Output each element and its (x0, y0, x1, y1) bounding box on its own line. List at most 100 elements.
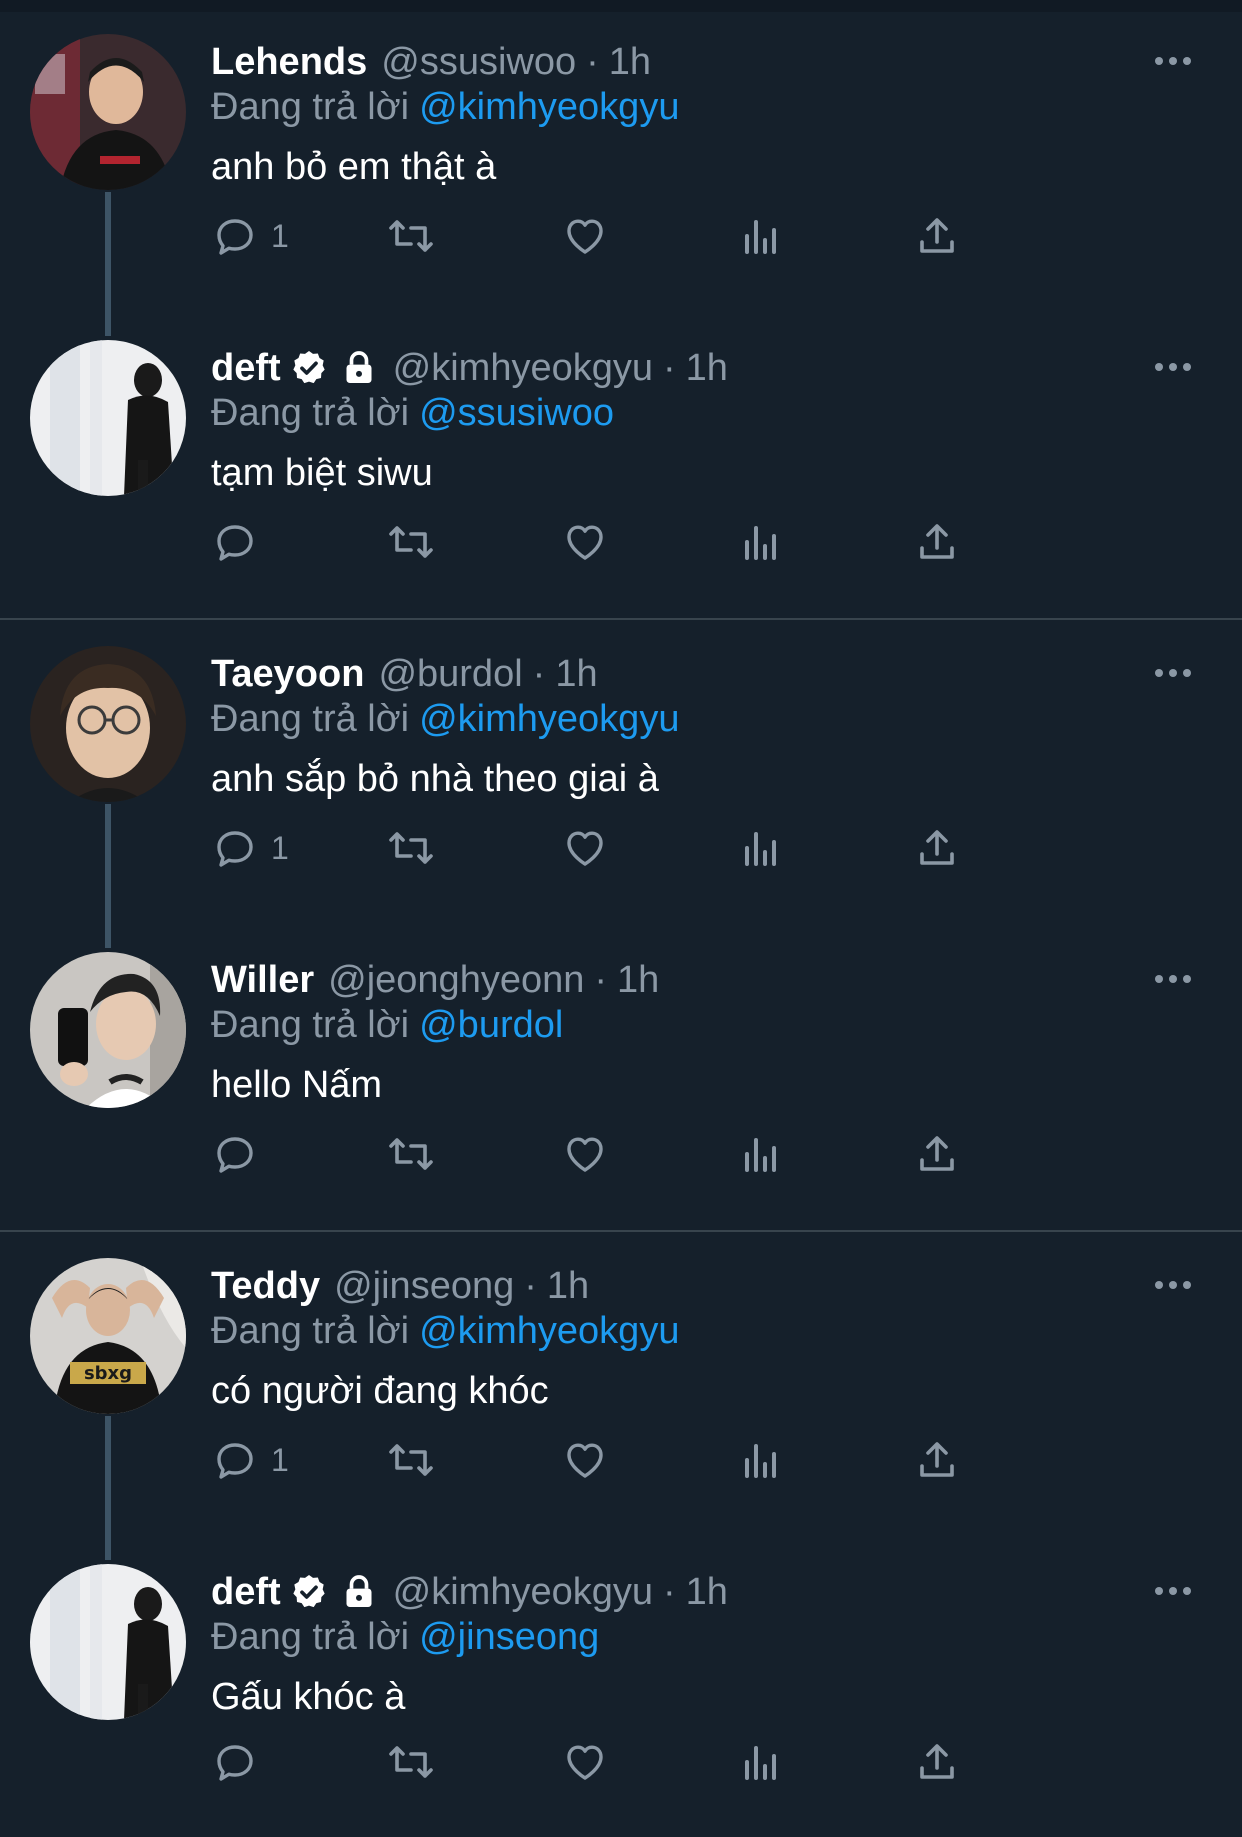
views-button[interactable] (737, 1430, 785, 1490)
action-bar: 1 (211, 818, 1111, 878)
reply-button[interactable] (211, 512, 271, 572)
heart-icon (567, 831, 603, 866)
retweet-icon (389, 220, 433, 252)
heart-icon (567, 1745, 603, 1780)
views-button[interactable] (737, 512, 785, 572)
reply-mention-link[interactable]: @burdol (419, 1004, 563, 1046)
display-name[interactable]: Lehends (211, 41, 367, 84)
more-icon[interactable] (1144, 964, 1202, 994)
retweet-button[interactable] (385, 206, 437, 266)
reply-icon (217, 219, 253, 255)
like-button[interactable] (561, 818, 609, 878)
reply-mention-link[interactable]: @kimhyeokgyu (419, 86, 679, 128)
timestamp[interactable]: 1h (555, 653, 597, 696)
tweet-header: deft @kimhyeokgyu · 1h (211, 340, 728, 396)
reply-prefix: Đang trả lời (211, 392, 410, 434)
more-icon[interactable] (1144, 658, 1202, 688)
separator: · (594, 958, 608, 1001)
avatar[interactable] (30, 1564, 186, 1720)
display-name[interactable]: deft (211, 1571, 281, 1614)
timestamp[interactable]: 1h (686, 1571, 728, 1614)
heart-icon (567, 1443, 603, 1478)
tweet[interactable]: Taeyoon @burdol · 1h Đang trả lời @kimhye… (0, 646, 1242, 916)
reply-count: 1 (271, 829, 289, 866)
display-name[interactable]: Teddy (211, 1265, 320, 1308)
timestamp[interactable]: 1h (547, 1265, 589, 1308)
share-button[interactable] (913, 1732, 961, 1792)
retweet-button[interactable] (385, 512, 437, 572)
tweet[interactable]: deft @kimhyeokgyu · 1h Đang trả lời @ssus… (0, 340, 1242, 610)
tweet-header: Willer @jeonghyeonn · 1h (211, 952, 659, 1008)
reply-prefix: Đang trả lời (211, 698, 410, 740)
reply-count: 1 (271, 217, 289, 254)
retweet-button[interactable] (385, 1430, 437, 1490)
retweet-icon (389, 1444, 433, 1476)
handle[interactable]: @jinseong (334, 1265, 514, 1308)
tweet-header: Taeyoon @burdol · 1h (211, 646, 598, 702)
more-icon[interactable] (1144, 1270, 1202, 1300)
reply-button[interactable] (211, 1124, 271, 1184)
avatar[interactable] (30, 646, 186, 802)
retweet-button[interactable] (385, 1124, 437, 1184)
reply-icon (217, 525, 253, 561)
reply-mention-link[interactable]: @kimhyeokgyu (419, 1310, 679, 1352)
more-icon[interactable] (1144, 46, 1202, 76)
display-name[interactable]: deft (211, 347, 281, 390)
views-button[interactable] (737, 1124, 785, 1184)
like-button[interactable] (561, 1732, 609, 1792)
reply-button[interactable]: 1 (211, 1430, 289, 1490)
timestamp[interactable]: 1h (686, 347, 728, 390)
handle[interactable]: @ssusiwoo (381, 41, 576, 84)
reply-button[interactable]: 1 (211, 206, 289, 266)
tweet-text: hello Nấm (211, 1064, 383, 1106)
retweet-button[interactable] (385, 818, 437, 878)
tweet-text: anh sắp bỏ nhà theo giai à (211, 758, 659, 800)
tweet-text: Gấu khóc à (211, 1676, 406, 1718)
views-button[interactable] (737, 1732, 785, 1792)
share-button[interactable] (913, 818, 961, 878)
share-icon (920, 1136, 954, 1171)
more-icon[interactable] (1144, 1576, 1202, 1606)
share-icon (920, 218, 954, 253)
retweet-icon (389, 1746, 433, 1778)
reply-prefix: Đang trả lời (211, 1616, 410, 1658)
share-button[interactable] (913, 1430, 961, 1490)
avatar[interactable] (30, 340, 186, 496)
display-name[interactable]: Taeyoon (211, 653, 364, 696)
tweet[interactable]: deft @kimhyeokgyu · 1h Đang trả lời @jins… (0, 1564, 1242, 1834)
tweet[interactable]: Willer @jeonghyeonn · 1h Đang trả lời @bu… (0, 952, 1242, 1222)
avatar[interactable] (30, 952, 186, 1108)
handle[interactable]: @burdol (378, 653, 522, 696)
like-button[interactable] (561, 206, 609, 266)
share-button[interactable] (913, 206, 961, 266)
views-button[interactable] (737, 206, 785, 266)
share-button[interactable] (913, 1124, 961, 1184)
share-button[interactable] (913, 512, 961, 572)
tweet-text: tạm biệt siwu (211, 452, 433, 494)
views-icon (745, 220, 776, 254)
tweet[interactable]: sbxg Teddy @jinseong · 1h Đang trả lời @k… (0, 1258, 1242, 1528)
timestamp[interactable]: 1h (617, 959, 659, 1002)
like-button[interactable] (561, 512, 609, 572)
more-icon[interactable] (1144, 352, 1202, 382)
like-button[interactable] (561, 1430, 609, 1490)
reply-button[interactable] (211, 1732, 271, 1792)
heart-icon (567, 219, 603, 254)
separator: · (663, 1570, 676, 1613)
tweet-text: anh bỏ em thật à (211, 146, 497, 188)
views-button[interactable] (737, 818, 785, 878)
reply-button[interactable]: 1 (211, 818, 289, 878)
avatar[interactable] (30, 34, 186, 190)
reply-mention-link[interactable]: @kimhyeokgyu (419, 698, 679, 740)
handle[interactable]: @kimhyeokgyu (393, 1571, 653, 1614)
reply-mention-link[interactable]: @ssusiwoo (419, 392, 614, 434)
like-button[interactable] (561, 1124, 609, 1184)
reply-mention-link[interactable]: @jinseong (419, 1616, 599, 1658)
timestamp[interactable]: 1h (609, 41, 651, 84)
handle[interactable]: @jeonghyeonn (328, 959, 584, 1002)
retweet-button[interactable] (385, 1732, 437, 1792)
avatar[interactable]: sbxg (30, 1258, 186, 1414)
tweet[interactable]: Lehends @ssusiwoo · 1h Đang trả lời @kimh… (0, 34, 1242, 304)
display-name[interactable]: Willer (211, 959, 314, 1002)
handle[interactable]: @kimhyeokgyu (393, 347, 653, 390)
